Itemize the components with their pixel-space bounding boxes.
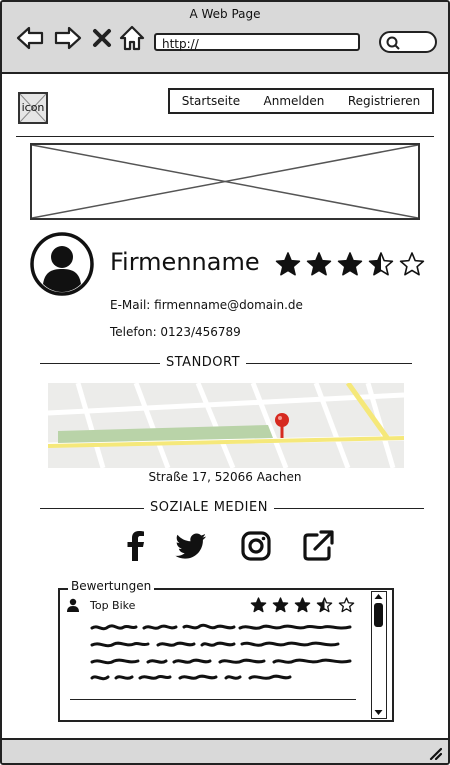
back-arrow-icon[interactable] [16,24,44,52]
logo-label: icon [21,101,45,114]
instagram-icon[interactable] [239,529,273,563]
search-icon [386,36,400,50]
company-phone: Telefon: 0123/456789 [110,325,241,339]
review-divider [70,699,356,700]
status-bar [2,738,448,763]
resize-grip-icon[interactable] [428,746,442,760]
review-text-scribble [90,623,352,681]
banner-image-placeholder [30,143,420,220]
star-empty-icon [338,597,355,613]
nav-item-anmelden[interactable]: Anmelden [264,94,325,108]
browser-window: A Web Page http:// icon Startseite Anmel… [0,0,450,765]
address-bar[interactable]: http:// [154,33,360,51]
placeholder-cross-icon [32,145,418,218]
user-icon [67,598,79,612]
review-rating-stars [250,597,355,613]
scroll-up-arrow-icon [374,594,383,599]
nav-item-registrieren[interactable]: Registrieren [348,94,420,108]
search-box[interactable] [379,31,437,53]
map-pin-icon [275,413,289,438]
facebook-icon[interactable] [119,529,153,563]
external-link-icon[interactable] [301,529,335,563]
company-rating-stars [275,252,425,276]
social-heading: SOZIALE MEDIEN [144,500,274,515]
nav-item-startseite[interactable]: Startseite [182,94,240,108]
star-empty-icon [399,252,425,276]
scrollbar-graphic [374,594,383,715]
location-address: Straße 17, 52066 Aachen [148,470,302,484]
company-email: E-Mail: firmenname@domain.de [110,298,303,312]
star-filled-icon [294,597,311,613]
star-filled-icon [250,597,267,613]
forward-arrow-icon[interactable] [54,24,82,52]
browser-chrome: A Web Page http:// [2,2,448,74]
review-author: Top Bike [90,599,136,612]
star-filled-icon [275,252,301,276]
window-title: A Web Page [189,7,261,21]
star-filled-icon [337,252,363,276]
star-filled-icon [306,252,332,276]
header-divider [16,136,434,137]
home-icon[interactable] [118,24,146,52]
location-map[interactable] [48,383,404,468]
stop-icon[interactable] [90,24,114,52]
company-name: Firmenname [110,248,260,276]
scroll-down-arrow-icon [374,710,383,715]
map-graphic [48,383,404,468]
standort-heading: STANDORT [160,355,247,370]
top-navigation: Startseite Anmelden Registrieren [168,88,434,114]
twitter-icon[interactable] [174,529,208,563]
reviews-legend: Bewertungen [68,579,155,593]
reviews-scrollbar[interactable] [371,591,387,719]
site-logo[interactable]: icon [18,92,48,124]
scroll-thumb [374,603,383,627]
star-filled-icon [272,597,289,613]
company-avatar-icon [30,232,94,296]
